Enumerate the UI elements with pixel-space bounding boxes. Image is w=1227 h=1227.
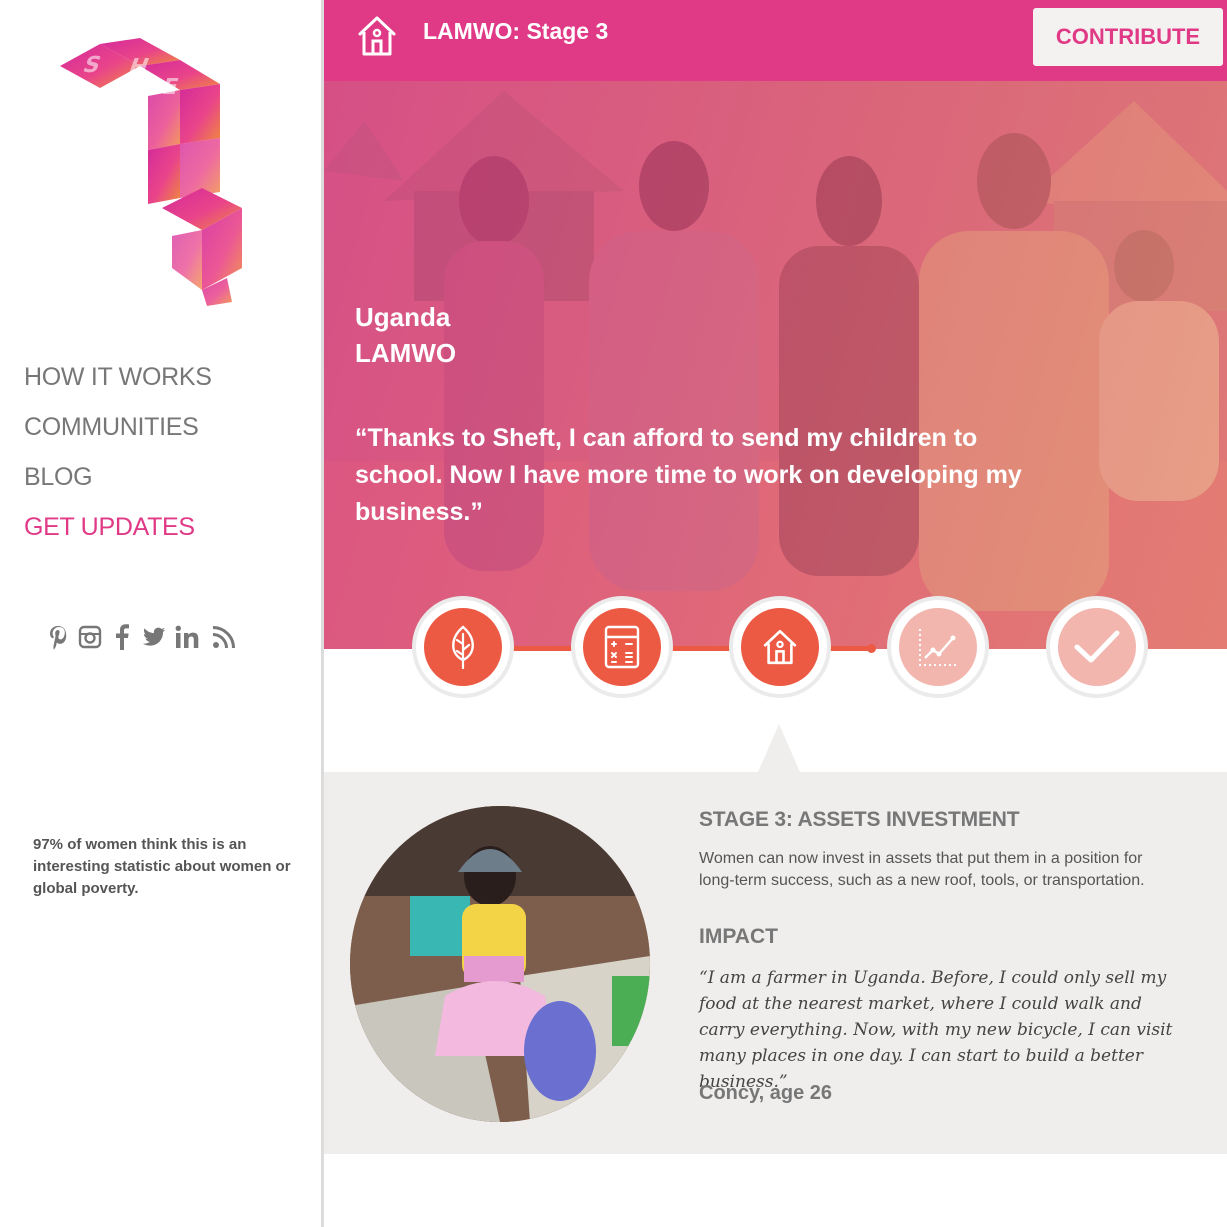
stage-3-button[interactable]	[733, 600, 827, 694]
home-icon	[358, 16, 396, 56]
home-icon	[763, 629, 797, 665]
sidebar: S H E HOW IT WORKS COMMUNITIES BLOG GET …	[0, 0, 321, 1227]
stage-4-button[interactable]	[891, 600, 985, 694]
impact-author: Concy, age 26	[699, 1082, 833, 1104]
twitter-icon[interactable]	[142, 622, 166, 652]
hero-location: Uganda LAMWO	[355, 299, 456, 371]
hero-country: Uganda	[355, 302, 451, 332]
page-title: LAMWO: Stage 3	[423, 18, 609, 44]
growth-chart-icon	[919, 629, 956, 666]
hero-community: LAMWO	[355, 338, 457, 368]
page-header: LAMWO: Stage 3 CONTRIBUTE	[324, 0, 1227, 81]
contribute-button[interactable]: CONTRIBUTE	[1033, 8, 1223, 66]
hero-banner: Uganda LAMWO “Thanks to Sheft, I can aff…	[324, 81, 1227, 649]
stage-heading: STAGE 3: ASSETS INVESTMENT	[699, 808, 1020, 831]
sheft-logo[interactable]: S H E	[52, 38, 252, 308]
calculator-icon	[604, 625, 640, 669]
impact-heading: IMPACT	[699, 925, 778, 948]
stage-1-button[interactable]	[416, 600, 510, 694]
impact-quote: “I am a farmer in Uganda. Before, I coul…	[699, 968, 1173, 1092]
stage-5-button[interactable]	[1050, 600, 1144, 694]
panel-pointer	[758, 724, 800, 772]
sprout-icon	[452, 625, 474, 670]
nav-blog[interactable]: BLOG	[24, 452, 212, 502]
beneficiary-photo	[350, 806, 650, 1122]
stage-progress-end	[867, 644, 876, 653]
nav-get-updates[interactable]: GET UPDATES	[24, 502, 212, 552]
nav-communities[interactable]: COMMUNITIES	[24, 402, 212, 452]
linkedin-icon[interactable]	[174, 622, 204, 652]
social-links	[46, 622, 236, 652]
facebook-icon[interactable]	[110, 622, 134, 652]
stat-text: 97% of women think this is an interestin…	[33, 836, 291, 897]
instagram-icon[interactable]	[78, 622, 102, 652]
nav-how-it-works[interactable]: HOW IT WORKS	[24, 352, 212, 402]
hero-overlay	[324, 81, 1227, 649]
hero-quote: “Thanks to Sheft, I can afford to send m…	[355, 424, 1022, 526]
pinterest-icon[interactable]	[46, 622, 70, 652]
checkmark-icon	[1074, 630, 1120, 663]
rss-icon[interactable]	[212, 622, 236, 652]
stage-2-button[interactable]	[575, 600, 669, 694]
main-nav: HOW IT WORKS COMMUNITIES BLOG GET UPDATE…	[24, 352, 212, 552]
stage-description: Women can now invest in assets that put …	[699, 850, 1145, 889]
